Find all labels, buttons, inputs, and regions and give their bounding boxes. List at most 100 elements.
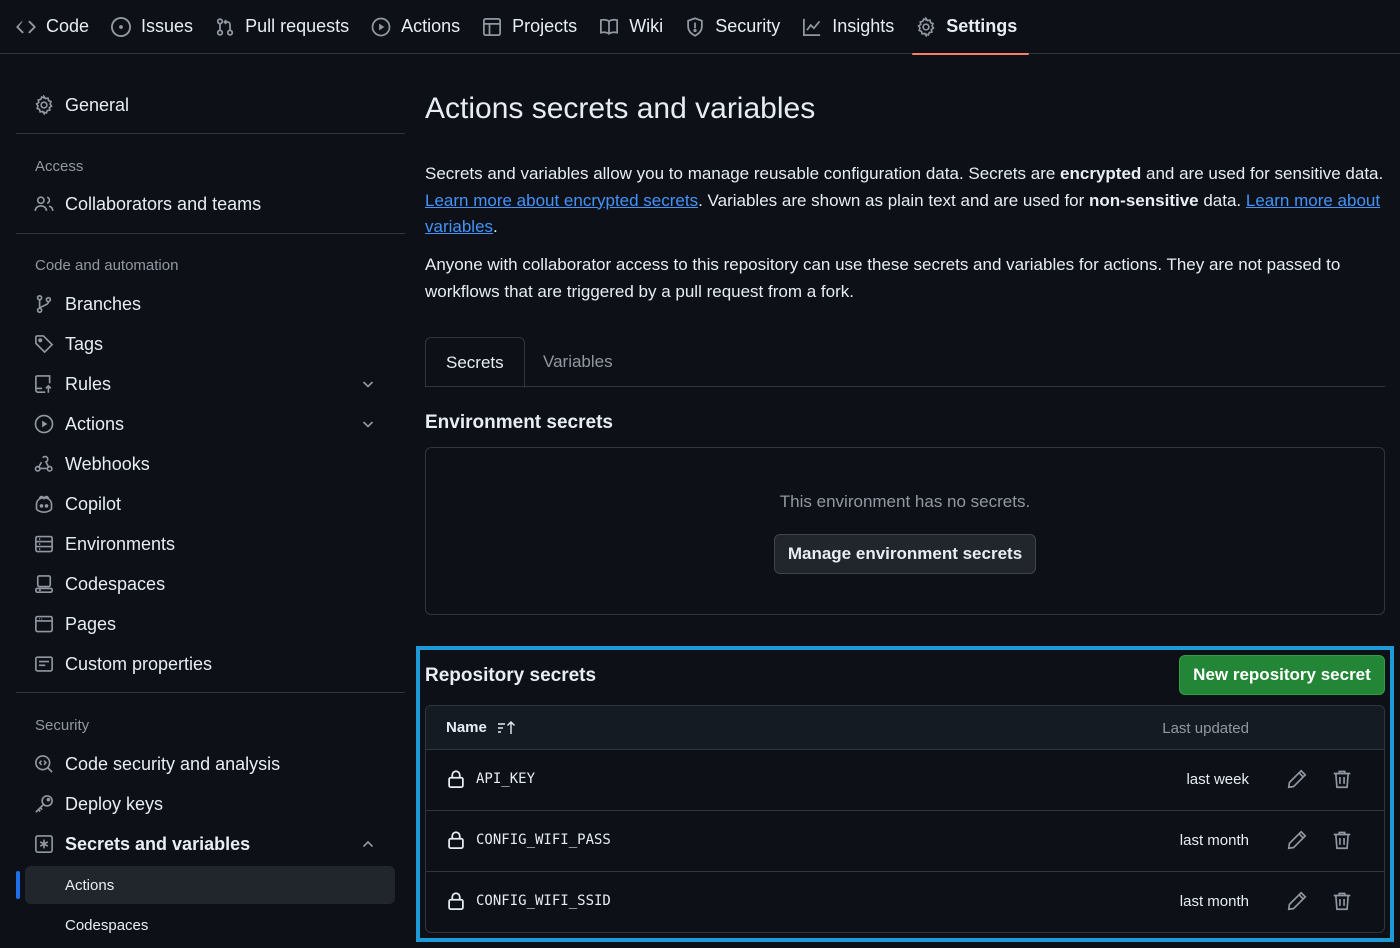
sidebar-item-environments[interactable]: Environments [16,526,396,562]
access-note: Anyone with collaborator access to this … [425,255,1341,301]
tab-variables[interactable]: Variables [523,337,633,387]
tab-secrets[interactable]: Secrets [425,337,525,388]
tag-icon [34,334,54,354]
sidebar-item-label: Branches [65,293,142,314]
nav-tab-projects[interactable]: Projects [478,0,589,54]
nav-tab-label: Code [46,16,90,36]
table-icon [482,17,502,37]
sidebar-item-label: Environments [65,533,176,554]
server-icon [34,534,54,554]
sidebar-item-codespaces[interactable]: Codespaces [16,566,396,602]
shield-icon [685,16,705,37]
sidebar-item-secrets-variables[interactable]: Secrets and variables [16,826,396,862]
sidebar-item-label: Rules [65,373,112,394]
play-icon [34,414,54,434]
sidebar-item-general[interactable]: General [16,87,396,123]
secrets-variables-tabs: Secrets Variables [425,337,1385,388]
webhook-icon [34,454,54,474]
note-icon [34,654,54,674]
sidebar-divider [16,133,405,134]
chevron-up-icon[interactable] [360,836,376,852]
book-icon [599,17,619,37]
play-icon [371,17,391,37]
codespaces-icon [34,574,54,594]
sidebar-heading-access: Access [35,158,84,175]
sidebar-item-pages[interactable]: Pages [16,606,396,642]
description-text: and are used for sensitive data. [1141,164,1384,183]
sidebar-divider [16,692,405,693]
sidebar-item-tags[interactable]: Tags [16,326,396,362]
nav-tab-wiki[interactable]: Wiki [595,0,675,54]
sidebar-item-label: Tags [65,333,104,354]
sidebar-heading-security: Security [35,717,90,734]
emphasis-non-sensitive: non-sensitive [1089,190,1199,210]
sidebar-item-label: Pages [65,613,117,634]
people-icon [34,194,54,214]
sidebar-item-custom-properties[interactable]: Custom properties [16,646,396,682]
code-icon [16,17,36,37]
nav-tab-label: Pull requests [245,16,350,36]
highlight-box [416,646,1394,942]
learn-more-secrets-link[interactable]: Learn more about encrypted secrets [425,191,698,210]
sidebar-item-actions[interactable]: Actions [16,406,396,442]
gear-icon [34,95,54,115]
repo-push-icon [34,374,54,394]
sidebar-item-webhooks[interactable]: Webhooks [16,446,396,482]
sidebar-item-label: Copilot [65,493,122,514]
manage-environment-secrets-button[interactable]: Manage environment secrets [774,534,1036,574]
empty-state-message: This environment has no secrets. [779,492,1031,511]
nav-tab-issues[interactable]: Issues [107,0,205,54]
description-text: Secrets and variables allow you to manag… [425,164,1061,183]
graph-icon [802,17,822,37]
gear-icon [916,16,936,37]
sidebar-item-copilot[interactable]: Copilot [16,486,396,522]
sidebar-subitem-actions[interactable]: Actions [25,866,395,904]
active-indicator [16,871,20,899]
sidebar-item-label: Deploy keys [65,793,164,814]
sidebar-item-label: Webhooks [65,453,150,474]
page-title: Actions secrets and variables [425,92,816,125]
branch-icon [34,294,54,314]
browser-icon [34,614,54,634]
nav-tab-security[interactable]: Security [681,0,792,54]
nav-tab-code[interactable]: Code [12,0,101,54]
sidebar-item-label: Custom properties [65,653,213,674]
sidebar-item-rules[interactable]: Rules [16,366,396,402]
chevron-down-icon[interactable] [360,376,376,392]
sidebar-item-branches[interactable]: Branches [16,286,396,322]
pull-request-icon [215,17,235,37]
sidebar-item-code-security[interactable]: Code security and analysis [16,746,396,782]
sidebar-item-label: Collaborators and teams [65,193,262,214]
nav-tab-label: Security [715,16,781,36]
nav-tab-pull-requests[interactable]: Pull requests [211,0,361,54]
chevron-down-icon[interactable] [360,416,376,432]
sidebar-item-label: General [65,94,130,115]
nav-tab-label: Projects [512,16,578,36]
key-icon [34,794,54,814]
sidebar-subitem-codespaces[interactable]: Codespaces [25,906,395,944]
nav-tab-label: Wiki [629,16,664,36]
nav-tab-insights[interactable]: Insights [798,0,906,54]
emphasis-encrypted: encrypted [1060,164,1142,183]
description-text: . [493,217,498,236]
sidebar-item-deploy-keys[interactable]: Deploy keys [16,786,396,822]
sidebar-item-label: Codespaces [65,573,166,594]
description-text: . Variables are shown as plain text and … [698,190,1090,210]
description-paragraph: Secrets and variables allow you to manag… [425,161,1385,241]
nav-tab-label: Insights [832,16,895,36]
sidebar-item-label: Actions [65,413,125,434]
sidebar-item-label: Code security and analysis [65,753,281,774]
copilot-icon [34,494,54,514]
nav-tab-settings[interactable]: Settings [912,0,1030,55]
sidebar-item-collaborators[interactable]: Collaborators and teams [16,186,396,222]
sidebar-heading-code-automation: Code and automation [35,257,179,274]
asterisk-icon [34,834,54,854]
nav-tab-label: Settings [946,16,1018,36]
environment-secrets-box: This environment has no secrets. Manage … [425,447,1385,615]
nav-tab-actions[interactable]: Actions [367,0,472,54]
repo-nav: Code Issues Pull requests Actions Projec… [0,0,1400,55]
codescan-icon [34,754,54,774]
sidebar-item-label: Secrets and variables [65,833,251,854]
description-text: data. [1198,190,1246,210]
nav-tab-label: Actions [401,16,461,36]
